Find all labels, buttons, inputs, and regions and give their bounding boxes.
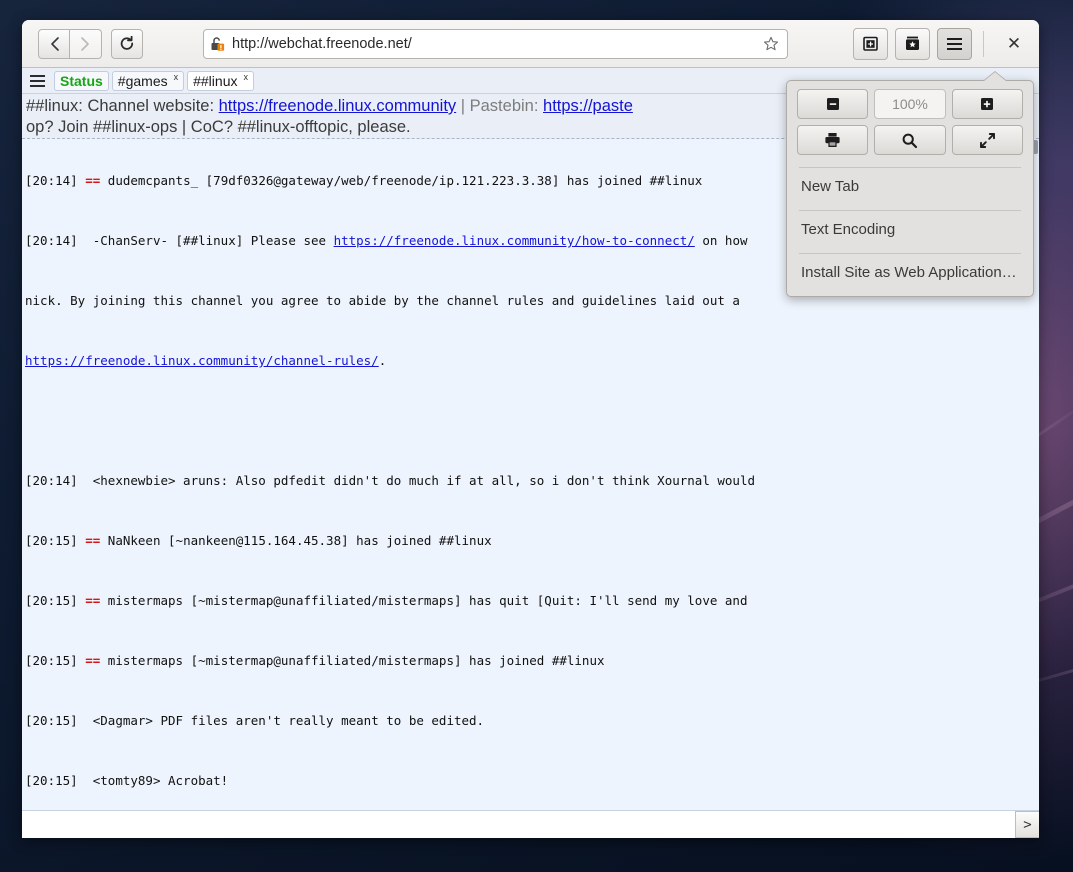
url-text[interactable]: http://webchat.freenode.net/ <box>225 36 761 52</box>
log-text: nick. By joining this channel you agree … <box>25 293 740 308</box>
browser-window: http://webchat.freenode.net/ <box>22 20 1039 838</box>
log-line: [20:15] == mistermaps [~mistermap@unaffi… <box>25 593 1039 608</box>
url-bar[interactable]: http://webchat.freenode.net/ <box>203 29 788 59</box>
forward-button[interactable] <box>70 29 102 59</box>
navigation-button-group <box>38 29 102 59</box>
menu-item-new-tab[interactable]: New Tab <box>787 168 1033 204</box>
topic-prefix: ##linux: Channel website: <box>26 97 219 115</box>
fullscreen-button[interactable] <box>952 125 1023 155</box>
zoom-in-button[interactable] <box>952 89 1023 119</box>
topic-separator: | Pastebin: <box>456 97 543 115</box>
topic-line2: op? Join ##linux-ops | CoC? ##linux-offt… <box>26 118 411 136</box>
menu-action-row <box>787 125 1033 161</box>
log-time: [20:14] <box>25 173 85 188</box>
irc-tab-close-icon[interactable]: x <box>243 72 248 82</box>
log-text: <hexnewbie> aruns: Also pdfedit didn't d… <box>85 473 755 488</box>
irc-tab-status[interactable]: Status <box>54 71 109 91</box>
irc-tab-label: ##linux <box>193 72 237 91</box>
new-window-icon <box>862 35 879 52</box>
log-event-marker: == <box>85 593 100 608</box>
irc-input-row: > <box>22 810 1039 838</box>
log-event-marker: == <box>85 173 100 188</box>
hamburger-menu-icon <box>947 38 962 50</box>
log-time: [20:14] <box>25 233 85 248</box>
toolbar-right-group: ✕ <box>853 28 1029 60</box>
log-text: <tomty89> Acrobat! <box>85 773 228 788</box>
topic-pastebin-link[interactable]: https://paste <box>543 97 633 115</box>
bookmarks-button[interactable] <box>895 28 930 60</box>
close-window-button[interactable]: ✕ <box>999 29 1029 59</box>
menu-item-install-web-app[interactable]: Install Site as Web Application… <box>787 254 1033 290</box>
log-link[interactable]: https://freenode.linux.community/how-to-… <box>334 233 695 248</box>
zoom-out-button[interactable] <box>797 89 868 119</box>
hamburger-menu-button[interactable] <box>937 28 972 60</box>
irc-tab-games[interactable]: #games x <box>112 71 184 91</box>
irc-tab-label: Status <box>60 72 103 91</box>
log-text: NaNkeen [~nankeen@115.164.45.38] has joi… <box>100 533 491 548</box>
irc-message-input[interactable] <box>22 811 1015 838</box>
star-icon[interactable] <box>761 34 781 54</box>
fullscreen-icon <box>979 132 996 149</box>
new-window-button[interactable] <box>853 28 888 60</box>
topic-website-link[interactable]: https://freenode.linux.community <box>219 97 457 115</box>
reload-icon <box>119 36 135 52</box>
log-link[interactable]: https://freenode.linux.community/channel… <box>25 353 379 368</box>
chevron-right-icon <box>80 36 91 52</box>
log-text: on how <box>695 233 748 248</box>
zoom-control-row: 100% <box>787 89 1033 125</box>
irc-tab-label: #games <box>118 72 168 91</box>
log-time: [20:15] <box>25 713 85 728</box>
irc-tab-linux[interactable]: ##linux x <box>187 71 254 91</box>
search-icon <box>901 132 918 149</box>
log-text: <Dagmar> PDF files aren't really meant t… <box>85 713 484 728</box>
log-line: [20:15] <tomty89> Acrobat! <box>25 773 1039 788</box>
zoom-level-display: 100% <box>874 89 945 119</box>
printer-icon <box>824 132 841 148</box>
bookmarks-icon <box>904 35 921 52</box>
log-time: [20:14] <box>25 473 85 488</box>
unlocked-warning-icon <box>210 36 225 52</box>
log-time: [20:15] <box>25 653 85 668</box>
log-line: [20:15] <Dagmar> PDF files aren't really… <box>25 713 1039 728</box>
log-line: [20:15] == mistermaps [~mistermap@unaffi… <box>25 653 1039 668</box>
log-time: [20:15] <box>25 533 85 548</box>
log-text: dudemcpants_ [79df0326@gateway/web/freen… <box>100 173 702 188</box>
log-event-marker: == <box>85 533 100 548</box>
log-time: [20:15] <box>25 593 85 608</box>
irc-hamburger-icon[interactable] <box>26 71 48 91</box>
minus-box-icon <box>826 97 840 111</box>
log-text: -ChanServ- [##linux] Please see <box>85 233 333 248</box>
log-text: . <box>379 353 387 368</box>
irc-send-button[interactable]: > <box>1015 811 1039 838</box>
log-line: [20:14] <hexnewbie> aruns: Also pdfedit … <box>25 473 1039 488</box>
menu-item-text-encoding[interactable]: Text Encoding <box>787 211 1033 247</box>
browser-dropdown-menu: 100% <box>786 80 1034 297</box>
log-event-marker: == <box>85 653 100 668</box>
chevron-left-icon <box>49 36 60 52</box>
log-line: https://freenode.linux.community/channel… <box>25 353 1039 368</box>
browser-toolbar: http://webchat.freenode.net/ <box>22 20 1039 68</box>
log-time: [20:15] <box>25 773 85 788</box>
irc-tab-close-icon[interactable]: x <box>174 72 179 82</box>
reload-button[interactable] <box>111 29 143 59</box>
log-text: mistermaps [~mistermap@unaffiliated/mist… <box>100 653 604 668</box>
find-button[interactable] <box>874 125 945 155</box>
menu-pointer-arrow <box>984 72 1006 81</box>
plus-box-icon <box>980 97 994 111</box>
back-button[interactable] <box>38 29 70 59</box>
log-blank-line <box>25 413 1039 428</box>
log-text: mistermaps [~mistermap@unaffiliated/mist… <box>100 593 747 608</box>
log-line: [20:15] == NaNkeen [~nankeen@115.164.45.… <box>25 533 1039 548</box>
toolbar-separator <box>983 31 984 57</box>
print-button[interactable] <box>797 125 868 155</box>
